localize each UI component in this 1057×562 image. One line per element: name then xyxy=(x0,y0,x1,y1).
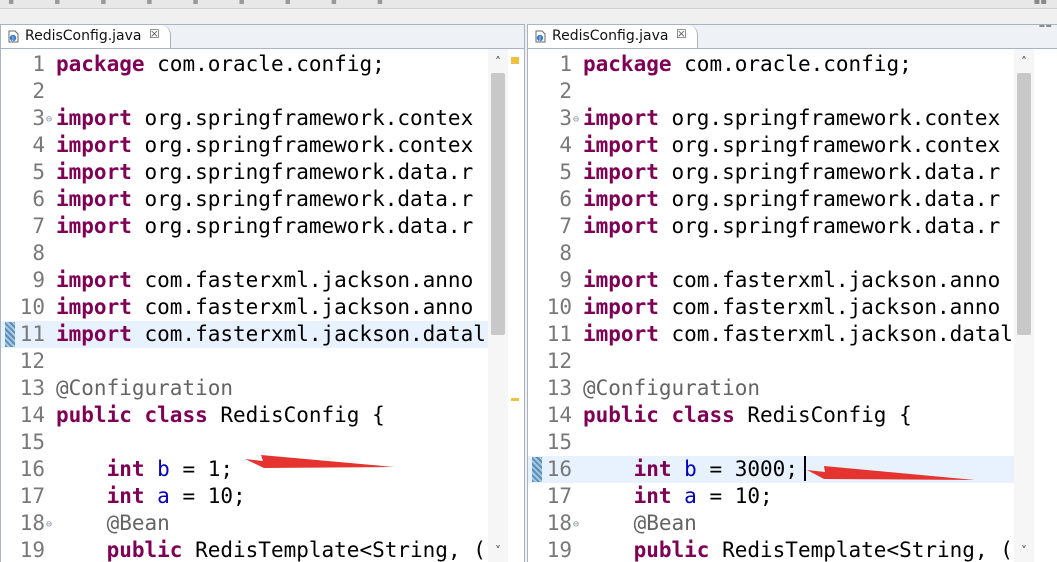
red-arrow-icon xyxy=(807,466,975,480)
window-controls[interactable]: ▪▪ xyxy=(1033,0,1047,7)
toolbar-fragment: ▪▪▪▪▪▪▪▪▪ xyxy=(8,0,423,7)
red-arrow-icon xyxy=(245,455,394,468)
window-top-strip: ▪▪▪▪▪▪▪▪▪ ▪▪ xyxy=(0,0,1057,9)
right-editor-pane: J RedisConfig.java ☒ ▪▪ 1 package com.ora… xyxy=(527,24,1057,562)
left-editor-pane: J RedisConfig.java ☒ 1 package com.oracle… xyxy=(0,24,525,562)
